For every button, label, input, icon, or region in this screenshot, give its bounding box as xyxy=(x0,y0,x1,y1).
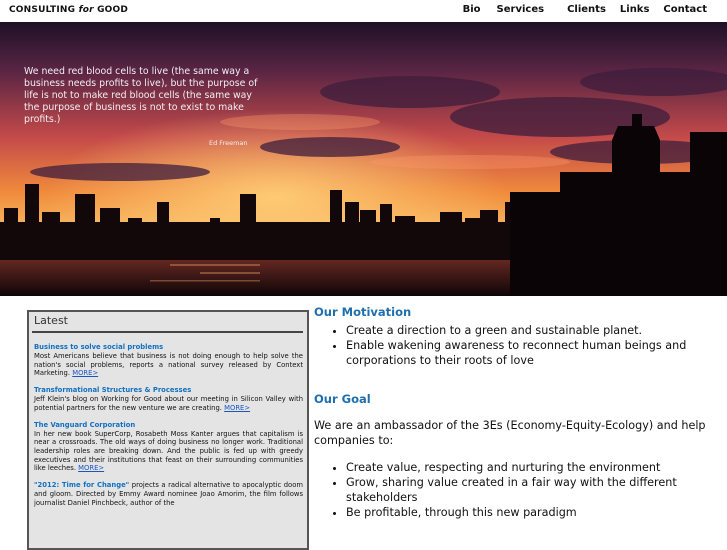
motivation-list: Create a direction to a green and sustai… xyxy=(314,323,714,368)
nav-links[interactable]: Links xyxy=(620,4,650,15)
more-link[interactable]: MORE> xyxy=(72,369,98,377)
news-item: "2012: Time for Change" projects a radic… xyxy=(34,481,303,507)
goal-item: Be profitable, through this new paradigm xyxy=(346,505,714,520)
news-item: Business to solve social problems Most A… xyxy=(34,343,303,378)
news-item-body: Jeff Klein's blog on Working for Good ab… xyxy=(34,395,303,412)
news-item-text: Jeff Klein's blog on Working for Good ab… xyxy=(34,395,303,412)
news-item-body: "2012: Time for Change" projects a radic… xyxy=(34,481,303,507)
news-item-title[interactable]: "2012: Time for Change" xyxy=(34,481,129,489)
news-item-title[interactable]: Business to solve social problems xyxy=(34,343,303,352)
news-item-title[interactable]: The Vanguard Corporation xyxy=(34,421,303,430)
hero-quote: We need red blood cells to live (the sam… xyxy=(24,66,258,125)
logo-for: for xyxy=(78,5,94,15)
news-item-text: In her new book SuperCorp, Rosabeth Moss… xyxy=(34,429,303,473)
more-link[interactable]: MORE> xyxy=(78,464,104,472)
nav-contact[interactable]: Contact xyxy=(663,4,707,15)
motivation-item: Create a direction to a green and sustai… xyxy=(346,323,714,338)
news-item: The Vanguard Corporation In her new book… xyxy=(34,421,303,474)
quote-author: Ed Freeman xyxy=(209,139,248,147)
latest-news-panel: Latest Business to solve social problems… xyxy=(27,310,309,550)
logo-consulting: CONSULTING xyxy=(9,5,76,15)
motivation-title: Our Motivation xyxy=(314,305,412,319)
latest-heading: Latest xyxy=(32,314,303,333)
news-item-body: In her new book SuperCorp, Rosabeth Moss… xyxy=(34,430,303,474)
goal-list: Create value, respecting and nurturing t… xyxy=(314,460,714,520)
news-item-body: Most Americans believe that business is … xyxy=(34,352,303,378)
more-link[interactable]: MORE> xyxy=(224,404,250,412)
news-list: Business to solve social problems Most A… xyxy=(29,333,307,507)
news-item: Transformational Structures & Processes … xyxy=(34,386,303,412)
goal-intro: We are an ambassador of the 3Es (Economy… xyxy=(314,419,706,447)
site-logo[interactable]: CONSULTING for GOOD xyxy=(9,5,128,15)
goal-item: Create value, respecting and nurturing t… xyxy=(346,460,714,475)
top-bar: CONSULTING for GOOD Bio Services Clients… xyxy=(0,0,727,23)
main-content: Our Motivation Create a direction to a g… xyxy=(314,305,714,520)
goal-item: Grow, sharing value created in a fair wa… xyxy=(346,475,714,505)
sunset-skyline-image xyxy=(0,22,727,296)
motivation-item: Enable wakening awareness to reconnect h… xyxy=(346,338,714,368)
goal-title: Our Goal xyxy=(314,392,371,406)
nav-services[interactable]: Services xyxy=(497,4,545,15)
news-item-title[interactable]: Transformational Structures & Processes xyxy=(34,386,303,395)
logo-good: GOOD xyxy=(97,5,129,15)
nav-bio[interactable]: Bio xyxy=(463,4,481,15)
nav-clients[interactable]: Clients xyxy=(567,4,606,15)
hero-banner: We need red blood cells to live (the sam… xyxy=(0,22,727,296)
main-nav: Bio Services Clients Links Contact xyxy=(463,4,707,15)
